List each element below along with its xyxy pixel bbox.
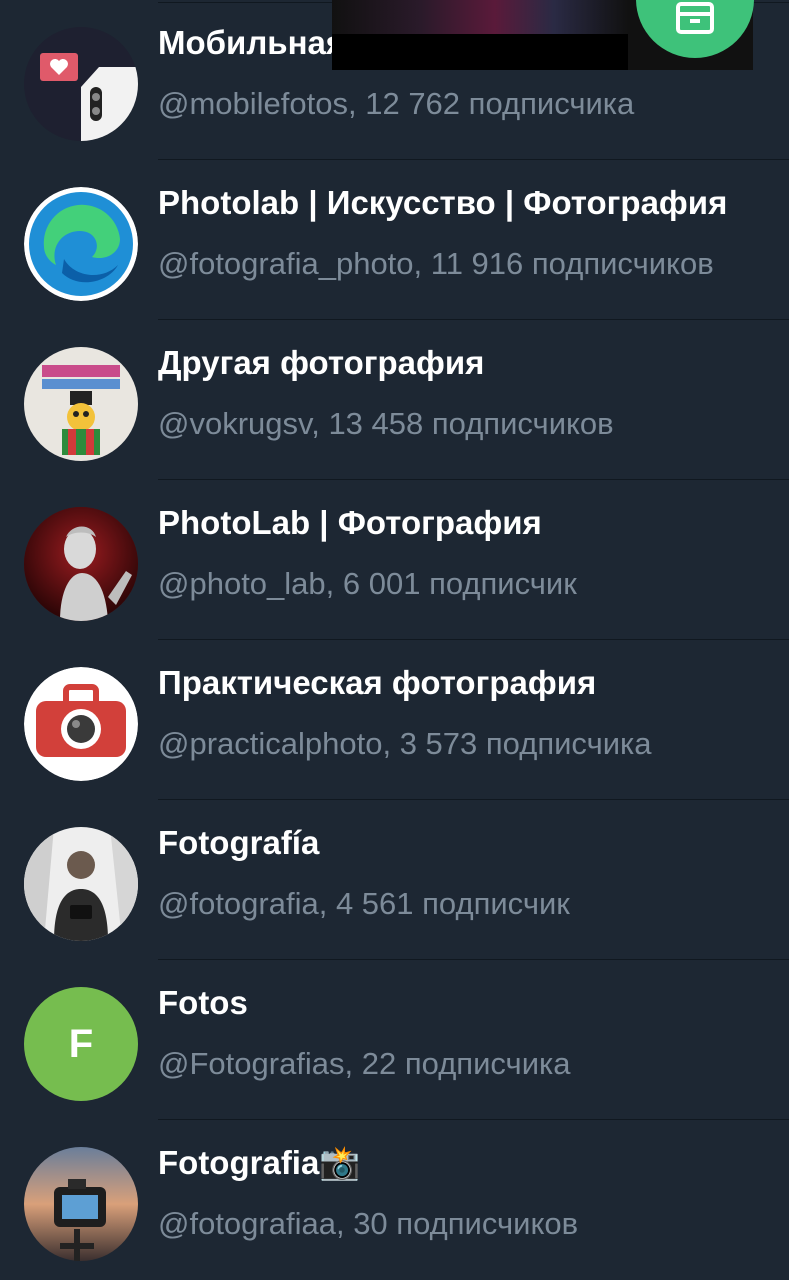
statue-icon <box>24 507 138 621</box>
photographer-icon <box>24 827 138 941</box>
channel-name: Fotografia📸 <box>158 1144 361 1181</box>
channel-row[interactable]: PhotoLab | Фотография @photo_lab, 6 001 … <box>0 480 789 640</box>
edge-logo-icon <box>24 187 138 301</box>
channel-subtitle: @fotografiaa, 30 подписчиков <box>158 1206 579 1241</box>
channel-subtitle: @Fotografias, 22 подписчика <box>158 1046 571 1081</box>
channel-name: Другая фотография <box>158 344 485 381</box>
channel-name: Fotos <box>158 984 248 1021</box>
channel-subtitle: @mobilefotos, 12 762 подписчика <box>158 86 635 121</box>
archive-icon <box>676 2 714 34</box>
channel-row[interactable]: Практическая фотография @practicalphoto,… <box>0 640 789 800</box>
phone-heart-icon <box>24 27 138 141</box>
channel-avatar[interactable] <box>24 507 138 621</box>
channel-name: Fotografía <box>158 824 320 861</box>
channel-avatar[interactable]: F <box>24 987 138 1101</box>
cartoon-bird-icon <box>24 347 138 461</box>
avatar-letter: F <box>68 1021 94 1066</box>
channel-row[interactable]: F Fotos @Fotografias, 22 подписчика <box>0 960 789 1120</box>
channel-avatar[interactable] <box>24 347 138 461</box>
channel-subtitle: @fotografia_photo, 11 916 подписчиков <box>158 246 714 281</box>
channel-avatar[interactable] <box>24 27 138 141</box>
ad-image-strip <box>332 0 628 34</box>
channel-avatar[interactable] <box>24 827 138 941</box>
channel-row[interactable]: Fotografia📸 @fotografiaa, 30 подписчиков <box>0 1120 789 1280</box>
ad-overlay[interactable] <box>332 0 628 70</box>
channel-name: PhotoLab | Фотография <box>158 504 542 541</box>
channel-subtitle: @practicalphoto, 3 573 подписчика <box>158 726 652 761</box>
channel-avatar[interactable] <box>24 187 138 301</box>
channel-subtitle: @vokrugsv, 13 458 подписчиков <box>158 406 614 441</box>
channel-avatar[interactable] <box>24 1147 138 1261</box>
channel-subtitle: @fotografia, 4 561 подписчик <box>158 886 570 921</box>
channel-row[interactable]: Другая фотография @vokrugsv, 13 458 подп… <box>0 320 789 480</box>
channel-subtitle: @photo_lab, 6 001 подписчик <box>158 566 577 601</box>
channel-name: Photolab | Искусство | Фотография <box>158 184 728 221</box>
channel-row[interactable]: Fotografía @fotografia, 4 561 подписчик <box>0 800 789 960</box>
camera-sunset-icon <box>24 1147 138 1261</box>
channel-row[interactable]: Photolab | Искусство | Фотография @fotog… <box>0 160 789 320</box>
channel-name: Практическая фотография <box>158 664 597 701</box>
camera-icon <box>24 667 138 781</box>
channel-avatar[interactable] <box>24 667 138 781</box>
